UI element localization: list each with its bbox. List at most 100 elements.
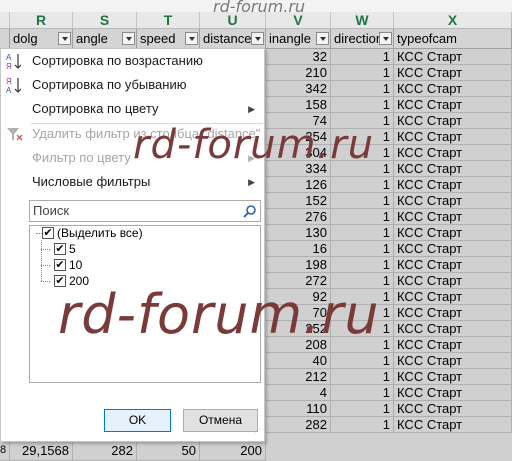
cell-inangle[interactable]: 342 [266, 81, 331, 97]
cell-inangle[interactable]: 198 [266, 257, 331, 273]
cell-inangle[interactable]: 210 [266, 65, 331, 81]
list-item-label: 5 [69, 242, 76, 256]
column-letter-t[interactable]: T [137, 12, 200, 29]
svg-text:A: A [6, 53, 12, 62]
header-cell-angle[interactable]: angle [73, 29, 137, 49]
cell-typeofcam[interactable]: КСС Старт [394, 353, 512, 369]
ok-button[interactable]: OK [104, 409, 171, 432]
cell-direction[interactable]: 1 [331, 385, 394, 401]
cell-typeofcam[interactable]: КСС Старт [394, 257, 512, 273]
cell-inangle[interactable]: 282 [266, 417, 331, 433]
cell-typeofcam[interactable]: КСС Старт [394, 209, 512, 225]
cell-inangle[interactable]: 40 [266, 353, 331, 369]
cell-inangle[interactable]: 4 [266, 385, 331, 401]
cell-inangle[interactable]: 32 [266, 49, 331, 65]
cell-typeofcam[interactable]: КСС Старт [394, 369, 512, 385]
resize-grip-icon[interactable]: ⋰ [254, 429, 262, 439]
checkbox-checked[interactable]: ✔ [54, 259, 66, 271]
header-label: angle [76, 31, 108, 46]
cell-typeofcam[interactable]: КСС Старт [394, 65, 512, 81]
cell-typeofcam[interactable]: КСС Старт [394, 193, 512, 209]
cell-inangle[interactable]: 158 [266, 97, 331, 113]
header-cell-speed[interactable]: speed [137, 29, 200, 49]
cell-typeofcam[interactable]: КСС Старт [394, 401, 512, 417]
cell-typeofcam[interactable]: КСС Старт [394, 161, 512, 177]
header-cell-typeofcam[interactable]: typeofcam [394, 29, 512, 49]
cell-inangle[interactable]: 16 [266, 241, 331, 257]
cell-typeofcam[interactable]: КСС Старт [394, 385, 512, 401]
cell-inangle[interactable]: 212 [266, 369, 331, 385]
header-cell-direction[interactable]: direction [331, 29, 394, 49]
cell-direction[interactable]: 1 [331, 97, 394, 113]
cell-typeofcam[interactable]: КСС Старт [394, 225, 512, 241]
cell-direction[interactable]: 1 [331, 225, 394, 241]
filter-dropdown-button[interactable] [122, 32, 135, 45]
cell-distance[interactable]: 200 [200, 441, 266, 461]
filter-dropdown-button[interactable] [379, 32, 392, 45]
submenu-arrow-icon: ▶ [248, 104, 255, 114]
cell-inangle[interactable]: 152 [266, 193, 331, 209]
cell-typeofcam[interactable]: КСС Старт [394, 321, 512, 337]
cell-inangle[interactable]: 126 [266, 177, 331, 193]
column-letter-w[interactable]: W [331, 12, 394, 29]
cell-inangle[interactable]: 130 [266, 225, 331, 241]
cell-typeofcam[interactable]: КСС Старт [394, 177, 512, 193]
cell-typeofcam[interactable]: КСС Старт [394, 273, 512, 289]
cell-direction[interactable]: 1 [331, 417, 394, 433]
cell-direction[interactable]: 1 [331, 177, 394, 193]
cell-direction[interactable]: 1 [331, 401, 394, 417]
tree-line [41, 281, 50, 282]
column-letter-rowhead[interactable] [0, 12, 10, 29]
filter-dropdown-button[interactable] [316, 32, 329, 45]
table-row-partial[interactable]: 8 29,1568 282 50 200 [0, 441, 512, 461]
cell-direction[interactable]: 1 [331, 65, 394, 81]
cell-dolg[interactable]: 29,1568 [10, 441, 73, 461]
cell-typeofcam[interactable]: КСС Старт [394, 305, 512, 321]
cell-typeofcam[interactable]: КСС Старт [394, 129, 512, 145]
cell-angle[interactable]: 282 [73, 441, 137, 461]
cell-direction[interactable]: 1 [331, 209, 394, 225]
cell-direction[interactable]: 1 [331, 353, 394, 369]
cell-typeofcam[interactable]: КСС Старт [394, 113, 512, 129]
menu-number-filters[interactable]: Числовые фильтры ▶ [1, 170, 264, 194]
header-cell-dolg[interactable]: dolg [10, 29, 73, 49]
header-label: direction [334, 31, 384, 46]
cell-direction[interactable]: 1 [331, 369, 394, 385]
cell-typeofcam[interactable]: КСС Старт [394, 337, 512, 353]
cell-typeofcam[interactable]: КСС Старт [394, 81, 512, 97]
cell-typeofcam[interactable]: КСС Старт [394, 241, 512, 257]
header-label: dolg [13, 31, 38, 46]
column-letter-r[interactable]: R [10, 12, 73, 29]
cell-typeofcam[interactable]: КСС Старт [394, 289, 512, 305]
checkbox-checked[interactable]: ✔ [42, 227, 54, 239]
cell-typeofcam[interactable]: КСС Старт [394, 49, 512, 65]
filter-dropdown-button[interactable] [185, 32, 198, 45]
cell-inangle[interactable]: 276 [266, 209, 331, 225]
filter-dropdown-button[interactable] [58, 32, 71, 45]
column-letter-x[interactable]: X [394, 12, 512, 29]
cell-direction[interactable]: 1 [331, 257, 394, 273]
checkbox-checked[interactable]: ✔ [54, 243, 66, 255]
cell-direction[interactable]: 1 [331, 49, 394, 65]
header-cell-inangle[interactable]: inangle [266, 29, 331, 49]
cell-direction[interactable]: 1 [331, 193, 394, 209]
cell-direction[interactable]: 1 [331, 81, 394, 97]
filter-dropdown-button[interactable] [251, 32, 264, 45]
header-cell-distance[interactable]: distance [200, 29, 266, 49]
menu-sort-descending[interactable]: ЯA Сортировка по убыванию [1, 73, 264, 97]
header-label: speed [140, 31, 176, 46]
svg-text:Я: Я [6, 62, 12, 70]
menu-sort-by-color[interactable]: Сортировка по цвету ▶ [1, 97, 264, 121]
autofilter-menu: AЯ Сортировка по возрастанию ЯA Сортиров… [0, 48, 265, 442]
menu-label: Фильтр по цвету [32, 150, 131, 165]
cell-direction[interactable]: 1 [331, 241, 394, 257]
cell-speed[interactable]: 50 [137, 441, 200, 461]
search-input[interactable]: Поиск [29, 200, 261, 222]
cell-typeofcam[interactable]: КСС Старт [394, 97, 512, 113]
cell-inangle[interactable]: 110 [266, 401, 331, 417]
cell-typeofcam[interactable]: КСС Старт [394, 145, 512, 161]
column-letter-s[interactable]: S [73, 12, 137, 29]
menu-sort-ascending[interactable]: AЯ Сортировка по возрастанию [1, 49, 264, 73]
cancel-button[interactable]: Отмена [183, 409, 258, 432]
cell-typeofcam[interactable]: КСС Старт [394, 417, 512, 433]
